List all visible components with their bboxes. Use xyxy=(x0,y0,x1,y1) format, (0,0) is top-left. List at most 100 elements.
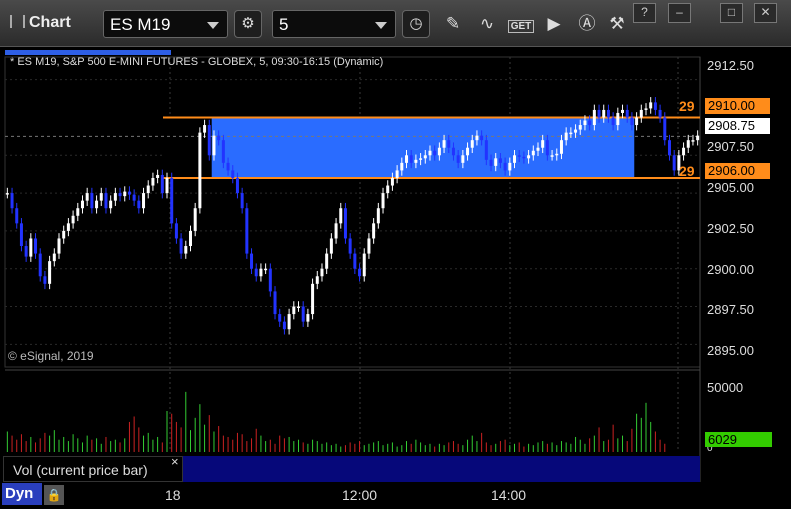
y-tick: 2902.50 xyxy=(707,221,754,236)
candle-body xyxy=(517,155,521,157)
candle-body xyxy=(137,200,141,209)
candle-body xyxy=(184,246,188,254)
candle-body xyxy=(240,193,244,209)
candle-body xyxy=(555,153,559,156)
candle-body xyxy=(315,276,319,284)
x-tick: 12:00 xyxy=(342,487,378,503)
candle-body xyxy=(381,193,385,209)
candle-body xyxy=(15,208,19,224)
x-tick: 14:00 xyxy=(491,487,527,503)
candle-body xyxy=(156,174,160,178)
candle-body xyxy=(19,223,23,247)
lock-button[interactable]: 🔒 xyxy=(44,485,64,505)
candle-body xyxy=(179,238,183,254)
y-tick: 2912.50 xyxy=(707,58,754,73)
candle-body xyxy=(348,238,352,254)
candle-body xyxy=(353,253,357,269)
candle-body xyxy=(372,223,376,239)
dynamic-mode-button[interactable]: Dyn xyxy=(2,483,42,505)
time-axis xyxy=(0,482,791,509)
candle-body xyxy=(109,200,113,209)
level-high-price: 2910.00 xyxy=(705,98,770,114)
candle-body xyxy=(193,208,197,231)
candle-body xyxy=(583,120,587,126)
level-high-label: 29 xyxy=(679,98,695,114)
candle-body xyxy=(48,261,52,284)
candle-body xyxy=(602,109,606,118)
candle-body xyxy=(489,159,493,166)
candle-body xyxy=(362,253,366,277)
candle-body xyxy=(188,230,192,247)
candle-body xyxy=(667,140,671,156)
candle-body xyxy=(419,158,423,160)
y-tick: 2900.00 xyxy=(707,262,754,277)
candle-body xyxy=(221,140,225,163)
candle-body xyxy=(311,283,315,315)
candle-body xyxy=(409,155,413,163)
candle-body xyxy=(451,147,455,156)
candle-body xyxy=(625,109,629,118)
candle-body xyxy=(99,193,103,201)
candle-body xyxy=(358,268,362,277)
candle-body xyxy=(559,140,563,154)
candle-body xyxy=(400,162,404,171)
candle-body xyxy=(531,150,535,156)
candle-body xyxy=(639,109,643,118)
candle-body xyxy=(254,268,258,277)
candle-body xyxy=(95,200,99,209)
candle-body xyxy=(146,185,150,194)
candle-body xyxy=(386,185,390,194)
chart-title: * ES M19, S&P 500 E-MINI FUTURES - GLOBE… xyxy=(10,56,384,68)
candle-body xyxy=(278,314,282,322)
candle-body xyxy=(564,132,568,141)
close-icon: × xyxy=(171,454,179,469)
candle-body xyxy=(123,191,127,197)
price-chart[interactable] xyxy=(0,0,791,509)
candle-body xyxy=(235,177,239,194)
candle-body xyxy=(231,170,235,178)
candle-body xyxy=(132,194,136,201)
candle-body xyxy=(470,140,474,148)
candle-body xyxy=(245,208,249,254)
candle-body xyxy=(207,125,211,156)
candle-body xyxy=(456,155,460,163)
close-study-button[interactable]: × xyxy=(171,454,179,469)
candle-body xyxy=(527,155,531,159)
candle-body xyxy=(259,268,263,277)
candle-body xyxy=(329,238,333,254)
candle-body xyxy=(38,253,42,277)
candle-body xyxy=(320,268,324,277)
candle-body xyxy=(296,306,300,309)
candle-body xyxy=(672,155,676,171)
candle-body xyxy=(170,177,174,224)
candle-body xyxy=(325,253,329,269)
candle-body xyxy=(569,132,573,135)
candle-body xyxy=(461,155,465,163)
candle-body xyxy=(34,238,38,254)
candle-body xyxy=(592,109,596,126)
candle-body xyxy=(513,155,517,163)
candle-body xyxy=(508,162,512,171)
candle-body xyxy=(475,135,479,141)
candle-body xyxy=(57,238,61,254)
candle-body xyxy=(250,253,254,269)
candle-body xyxy=(686,140,690,148)
candle-body xyxy=(390,177,394,186)
candle-body xyxy=(343,208,347,239)
candle-body xyxy=(376,208,380,224)
candle-body xyxy=(282,321,286,330)
range-box xyxy=(211,117,635,178)
candle-body xyxy=(273,291,277,315)
candle-body xyxy=(198,132,202,209)
candle-body xyxy=(653,102,657,110)
candle-body xyxy=(113,193,117,201)
candle-body xyxy=(80,200,84,209)
candle-body xyxy=(339,208,343,224)
x-tick: 18 xyxy=(165,487,181,503)
last-volume: 6029 xyxy=(705,432,772,447)
candle-body xyxy=(29,238,33,257)
candle-body xyxy=(62,230,66,239)
candle-body xyxy=(597,109,601,118)
candle-body xyxy=(287,314,291,330)
candle-body xyxy=(43,276,47,284)
